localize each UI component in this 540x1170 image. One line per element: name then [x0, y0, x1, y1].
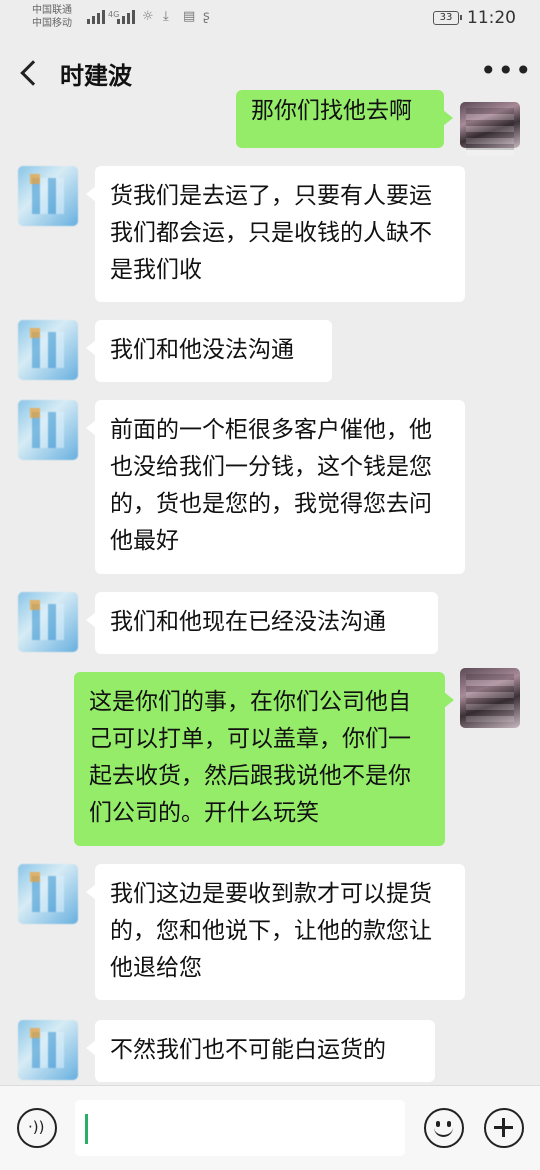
message-bubble[interactable]: 这是你们的事，在你们公司他自己可以打单，可以盖章，你们一起去收货，然后跟我说他不… — [74, 672, 454, 846]
message-bubble[interactable]: 我们这边是要收到款才可以提货的，您和他说下，让他的款您让他退给您 — [86, 864, 465, 1000]
app-icon: ʂ — [203, 9, 210, 24]
voice-glyph: ·)) — [28, 1118, 45, 1136]
signal-icon-2 — [117, 10, 135, 24]
text-caret — [85, 1114, 88, 1144]
battery-icon: 33 — [433, 11, 462, 25]
carrier-labels: 中国联通 中国移动 — [32, 4, 72, 30]
carrier-2: 中国移动 — [32, 18, 72, 29]
status-bar: 中国联通 中国移动 4G ☼ ⤓ ▤ ʂ 33 11:20 — [0, 0, 540, 36]
message-bubble[interactable]: 我们和他现在已经没法沟通 — [86, 592, 438, 654]
avatar[interactable] — [460, 668, 520, 728]
download-icon: ⤓ — [163, 9, 169, 24]
carrier-1: 中国联通 — [32, 5, 72, 16]
clock: 11:20 — [467, 8, 516, 28]
avatar[interactable] — [18, 166, 78, 226]
message-input[interactable] — [75, 1100, 405, 1156]
chevron-left-icon[interactable] — [20, 60, 46, 86]
brightness-icon: ☼ — [142, 9, 154, 24]
plus-icon[interactable] — [484, 1108, 524, 1148]
emoji-smile — [434, 1127, 453, 1137]
avatar[interactable] — [18, 400, 78, 460]
message-bubble[interactable]: 不然我们也不可能白运货的 — [86, 1020, 435, 1082]
voice-icon[interactable]: ·)) — [17, 1108, 57, 1148]
message-bubble[interactable]: 我们和他没法沟通 — [86, 320, 332, 382]
chat-title: 时建波 — [60, 62, 132, 90]
avatar[interactable] — [460, 102, 520, 156]
emoji-icon[interactable] — [424, 1108, 464, 1148]
message-bubble[interactable]: 那你们找他去啊 — [236, 90, 453, 148]
avatar[interactable] — [18, 592, 78, 652]
message-bubble[interactable]: 货我们是去运了，只要有人要运我们都会运，只是收钱的人缺不是我们收 — [86, 166, 465, 302]
message-bubble[interactable]: 前面的一个柜很多客户催他，他也没给我们一分钱，这个钱是您的，货也是您的，我觉得您… — [86, 400, 465, 574]
signal-icon — [87, 10, 105, 24]
avatar[interactable] — [18, 864, 78, 924]
input-bar: ·)) — [0, 1085, 540, 1170]
notification-icon: ▤ — [183, 9, 196, 24]
more-horizontal-icon[interactable]: ••• — [480, 57, 533, 85]
avatar[interactable] — [18, 1020, 78, 1080]
avatar[interactable] — [18, 320, 78, 380]
